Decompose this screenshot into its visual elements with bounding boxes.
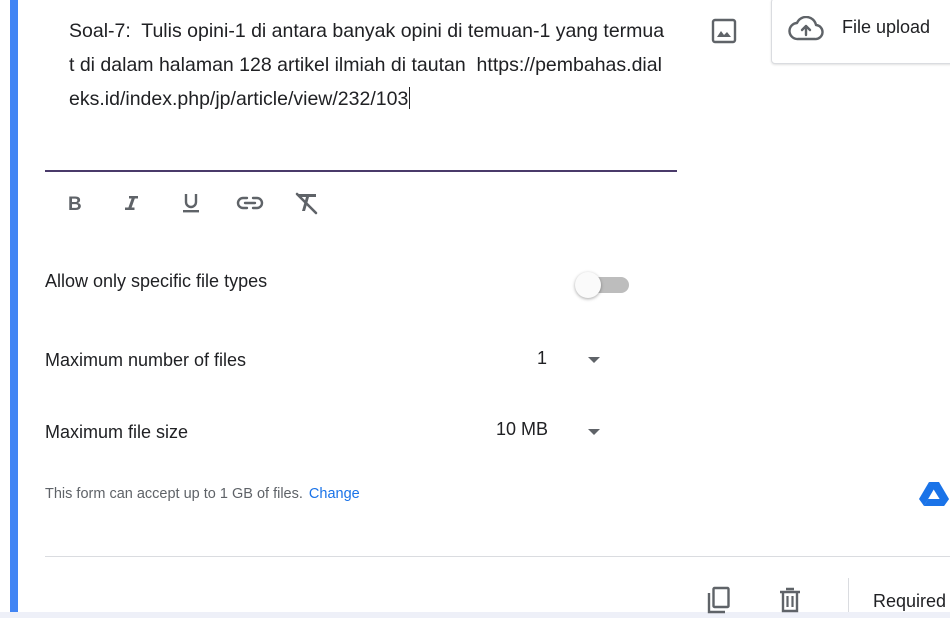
- svg-text:B: B: [68, 194, 82, 213]
- change-limit-link[interactable]: Change: [309, 486, 360, 502]
- cloud-upload-icon: [788, 16, 824, 41]
- insert-link-button[interactable]: [234, 188, 266, 218]
- clear-formatting-button[interactable]: [291, 188, 323, 218]
- clear-formatting-icon: [295, 192, 318, 215]
- italic-button[interactable]: [116, 188, 146, 218]
- page-background-strip: [0, 612, 950, 618]
- toggle-thumb: [575, 272, 601, 298]
- text-caret: [409, 87, 411, 109]
- question-title-input[interactable]: Soal-7: Tulis opini-1 di antara banyak o…: [69, 14, 669, 116]
- allow-file-types-toggle[interactable]: [575, 272, 633, 298]
- question-type-label: File upload: [842, 17, 931, 37]
- trash-icon: [780, 587, 800, 613]
- italic-icon: [125, 196, 138, 210]
- allow-file-types-label: Allow only specific file types: [45, 271, 268, 291]
- google-drive-icon: [919, 482, 949, 506]
- question-title-text: Soal-7: Tulis opini-1 di antara banyak o…: [69, 20, 665, 110]
- underline-icon: [183, 194, 199, 213]
- max-file-size-select[interactable]: 10 MB: [470, 412, 610, 452]
- max-file-size-label: Maximum file size: [45, 422, 189, 442]
- file-limit-text: This form can accept up to 1 GB of files…: [45, 486, 303, 502]
- max-files-select[interactable]: 1: [500, 340, 610, 380]
- bold-icon: B: [68, 194, 82, 213]
- footer-vertical-divider: [848, 578, 849, 612]
- bold-button[interactable]: B: [60, 188, 90, 218]
- question-input-underline: [45, 170, 677, 172]
- chevron-down-icon: [588, 429, 600, 435]
- link-icon: [236, 196, 264, 210]
- max-file-size-value: 10 MB: [495, 419, 548, 439]
- chevron-down-icon: [588, 357, 600, 363]
- image-icon: [711, 18, 737, 44]
- copy-icon: [707, 586, 730, 614]
- underline-button[interactable]: [176, 188, 206, 218]
- delete-button[interactable]: [774, 584, 806, 616]
- file-limit-note: This form can accept up to 1 GB of files…: [45, 486, 360, 502]
- max-files-label: Maximum number of files: [45, 350, 247, 370]
- max-files-value: 1: [536, 348, 547, 368]
- card-accent-bar: [10, 0, 18, 612]
- duplicate-button[interactable]: [702, 584, 734, 616]
- footer-divider: [45, 556, 950, 557]
- add-image-button[interactable]: [704, 10, 744, 50]
- required-label: Required: [873, 591, 947, 611]
